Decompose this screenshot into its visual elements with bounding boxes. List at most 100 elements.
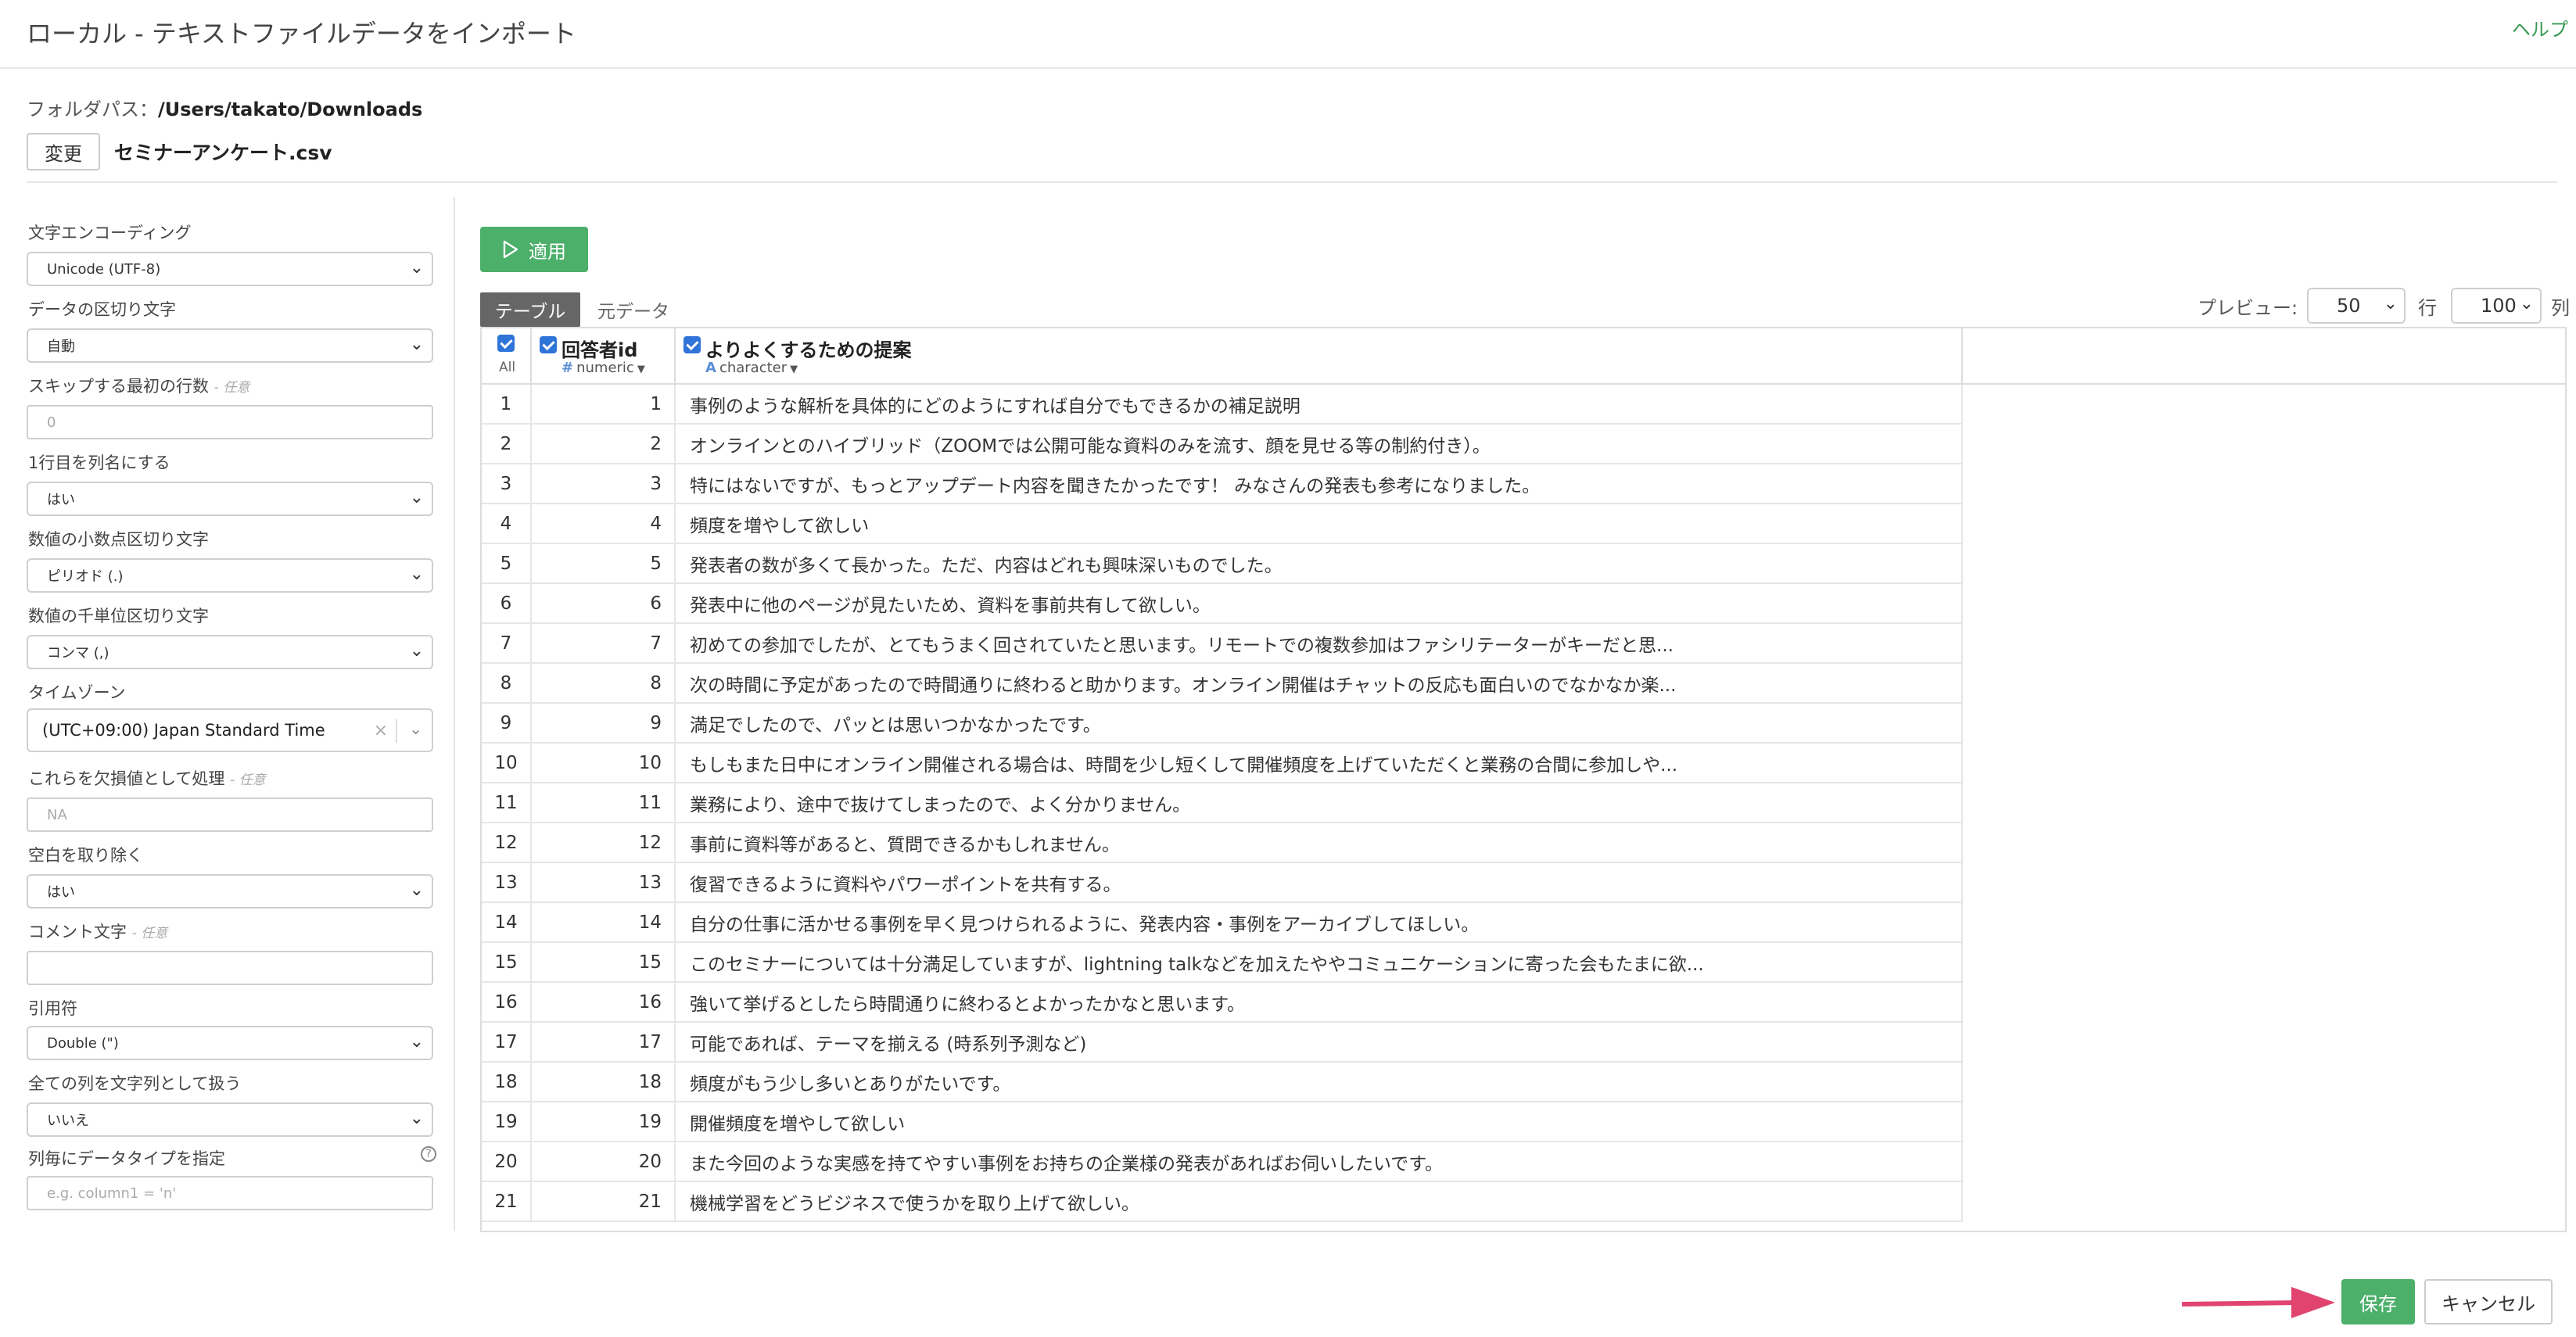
- row-index-cell: 18: [482, 1063, 532, 1101]
- suggestion-cell: 事例のような解析を具体的にどのようにすれば自分でもできるかの補足説明: [676, 385, 1963, 423]
- help-icon[interactable]: ?: [421, 1146, 436, 1162]
- id-cell: 10: [532, 744, 676, 782]
- encoding-select[interactable]: Unicode (UTF-8) ⌄: [27, 252, 433, 286]
- table-row: 7 7 初めての参加でしたが、とてもうまく回されていたと思います。リモートでの複数参…: [482, 624, 1963, 664]
- id-cell: 12: [532, 823, 676, 862]
- quote-select[interactable]: Double (") ⌄: [27, 1026, 433, 1060]
- preview-cols-select[interactable]: 100 ⌄: [2451, 288, 2542, 324]
- suggestion-cell: 特にはないですが、もっとアップデート内容を聞きたかったです！ みなさんの発表も参…: [676, 464, 1963, 503]
- select-all-checkbox[interactable]: [497, 335, 515, 352]
- tab-table[interactable]: テーブル: [480, 292, 580, 327]
- folder-path-row: フォルダパス：/Users/takato/Downloads: [27, 94, 422, 121]
- table-row: 15 15 このセミナーについては十分満足していますが、lightning talk…: [482, 943, 1963, 983]
- table-row: 16 16 強いて挙げるとしたら時間通りに終わるとよかったかなと思います。: [482, 983, 1963, 1023]
- col-types-label: 列毎にデータタイプを指定: [28, 1149, 225, 1168]
- row-index-cell: 4: [482, 504, 532, 543]
- preview-table: All 回答者id # numeric ▼ よりよくするための提案 Acharact…: [480, 327, 2567, 1232]
- header-row-select[interactable]: はい ⌄: [27, 482, 433, 516]
- row-index-cell: 21: [482, 1182, 532, 1221]
- row-index-cell: 9: [482, 704, 532, 742]
- table-row: 13 13 復習できるように資料やパワーポイントを共有する。: [482, 863, 1963, 903]
- tab-raw-data[interactable]: 元データ: [587, 292, 680, 327]
- suggestion-cell: オンラインとのハイブリッド（ZOOMでは公開可能な資料のみを流す、顔を見せる等の…: [676, 425, 1963, 463]
- na-input[interactable]: NA: [27, 798, 433, 832]
- help-link[interactable]: ヘルプ: [2512, 14, 2568, 41]
- chevron-down-icon: ⌄: [409, 258, 424, 278]
- caret-down-icon: ▼: [637, 364, 645, 375]
- play-icon: [503, 240, 518, 259]
- folder-path-label: フォルダパス：: [27, 99, 158, 120]
- column-checkbox[interactable]: [540, 336, 557, 353]
- decimal-mark-label: 数値の小数点区切り文字: [28, 530, 209, 549]
- apply-button[interactable]: 適用: [480, 227, 588, 272]
- all-label: All: [499, 360, 516, 375]
- skip-rows-label: スキップする最初の行数 - 任意: [28, 377, 250, 396]
- cancel-button[interactable]: キャンセル: [2424, 1279, 2553, 1324]
- id-cell: 5: [532, 544, 676, 582]
- clear-icon[interactable]: ×: [374, 721, 388, 740]
- table-row: 21 21 機械学習をどうビジネスで使うかを取り上げて欲しい。: [482, 1182, 1963, 1222]
- row-index-cell: 13: [482, 863, 532, 901]
- table-row: 6 6 発表中に他のページが見たいため、資料を事前共有して欲しい。: [482, 584, 1963, 624]
- id-cell: 20: [532, 1142, 676, 1181]
- chevron-down-icon[interactable]: ⌄: [409, 719, 422, 738]
- id-cell: 2: [532, 425, 676, 463]
- id-cell: 18: [532, 1063, 676, 1101]
- chevron-down-icon: ⌄: [409, 335, 424, 354]
- save-button[interactable]: 保存: [2341, 1279, 2415, 1324]
- delimiter-select[interactable]: 自動 ⌄: [27, 328, 433, 363]
- id-cell: 6: [532, 584, 676, 622]
- row-index-cell: 12: [482, 823, 532, 862]
- column-header-suggestion[interactable]: よりよくするための提案 Acharacter ▼: [676, 328, 1963, 385]
- row-index-cell: 6: [482, 584, 532, 622]
- separator: [396, 719, 397, 743]
- change-folder-button[interactable]: 変更: [27, 133, 100, 170]
- preview-rows-select[interactable]: 50 ⌄: [2307, 288, 2406, 324]
- trim-select[interactable]: はい ⌄: [27, 874, 433, 909]
- table-header: All 回答者id # numeric ▼ よりよくするための提案 Acharact…: [482, 328, 2565, 385]
- header-row-label: 1行目を列名にする: [28, 453, 170, 472]
- id-cell: 14: [532, 903, 676, 941]
- comment-input[interactable]: [27, 951, 433, 985]
- suggestion-cell: 自分の仕事に活かせる事例を早く見つけられるように、発表内容・事例をアーカイブして…: [676, 903, 1963, 941]
- id-cell: 17: [532, 1023, 676, 1061]
- table-row: 3 3 特にはないですが、もっとアップデート内容を聞きたかったです！ みなさんの発表…: [482, 464, 1963, 504]
- table-row: 11 11 業務により、途中で抜けてしまったので、よく分かりません。: [482, 783, 1963, 823]
- column-type-dropdown[interactable]: # numeric ▼: [561, 360, 645, 376]
- chevron-down-icon: ⌄: [409, 641, 424, 661]
- cols-label: 列: [2551, 297, 2570, 319]
- column-checkbox[interactable]: [683, 336, 701, 353]
- skip-rows-input[interactable]: 0: [27, 405, 433, 439]
- grouping-mark-label: 数値の千単位区切り文字: [28, 607, 209, 625]
- timezone-select[interactable]: (UTC+09:00) Japan Standard Time × ⌄: [27, 708, 433, 752]
- row-index-cell: 15: [482, 943, 532, 981]
- table-row: 4 4 頻度を増やして欲しい: [482, 504, 1963, 544]
- column-header-id[interactable]: 回答者id # numeric ▼: [532, 328, 676, 385]
- encoding-label: 文字エンコーディング: [28, 224, 192, 242]
- column-type-dropdown[interactable]: Acharacter ▼: [705, 360, 798, 376]
- preview-label: プレビュー:: [2197, 297, 2298, 319]
- row-index-cell: 1: [482, 385, 532, 423]
- trim-label: 空白を取り除く: [28, 846, 143, 865]
- select-all-header: All: [482, 328, 532, 385]
- page-title: ローカル - テキストファイルデータをインポート: [27, 19, 576, 48]
- id-cell: 4: [532, 504, 676, 543]
- row-index-cell: 14: [482, 903, 532, 941]
- id-cell: 7: [532, 624, 676, 662]
- decimal-mark-select[interactable]: ピリオド (.) ⌄: [27, 558, 433, 593]
- table-row: 17 17 可能であれば、テーマを揃える (時系列予測など): [482, 1023, 1963, 1063]
- grouping-mark-select[interactable]: コンマ (,) ⌄: [27, 635, 433, 669]
- chevron-down-icon: ⌄: [2519, 294, 2534, 314]
- suggestion-cell: 発表中に他のページが見たいため、資料を事前共有して欲しい。: [676, 584, 1963, 622]
- all-char-select[interactable]: いいえ ⌄: [27, 1102, 433, 1137]
- chevron-down-icon: ⌄: [409, 1032, 424, 1052]
- row-index-cell: 19: [482, 1102, 532, 1141]
- chevron-down-icon: ⌄: [409, 565, 424, 584]
- col-types-input[interactable]: e.g. column1 = 'n': [27, 1176, 433, 1210]
- suggestion-cell: 強いて挙げるとしたら時間通りに終わるとよかったかなと思います。: [676, 983, 1963, 1021]
- comment-label: コメント文字 - 任意: [28, 923, 168, 941]
- id-cell: 16: [532, 983, 676, 1021]
- row-index-cell: 10: [482, 744, 532, 782]
- chevron-down-icon: ⌄: [409, 1109, 424, 1128]
- delimiter-label: データの区切り文字: [28, 300, 176, 319]
